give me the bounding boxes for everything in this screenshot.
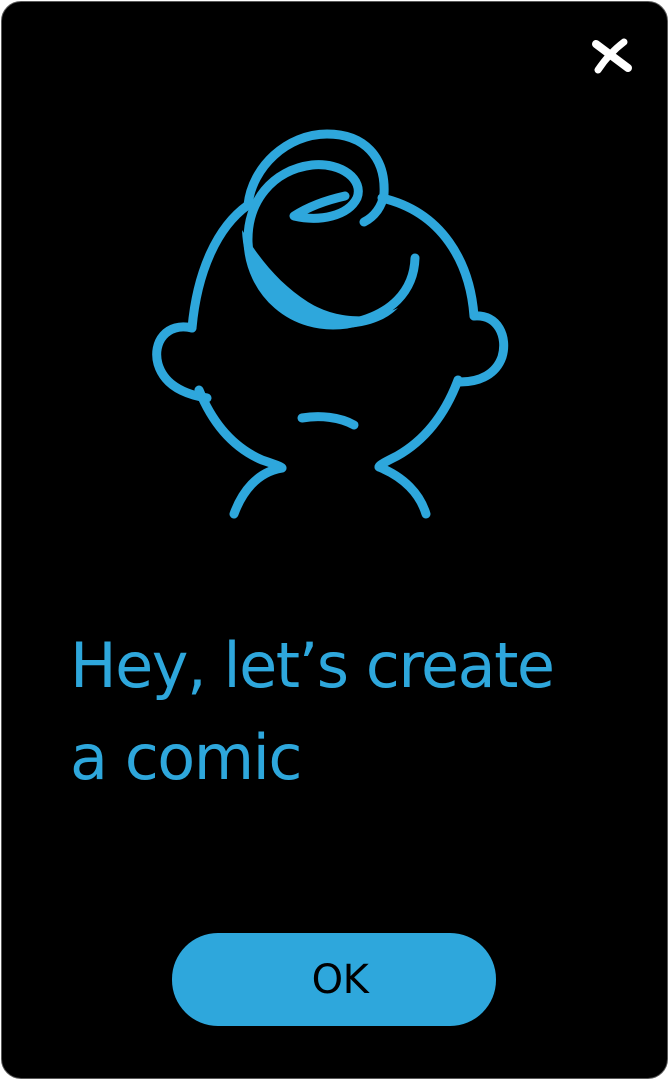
- headline-line-1: Hey, let’s create: [70, 629, 555, 702]
- baby-head-icon: [152, 129, 509, 519]
- headline: Hey, let’s create a comic: [70, 620, 630, 804]
- close-icon: [592, 38, 632, 74]
- welcome-dialog: Hey, let’s create a comic OK: [1, 1, 668, 1079]
- ok-button-label: OK: [311, 956, 369, 1003]
- headline-line-2: a comic: [70, 721, 302, 794]
- close-button[interactable]: [590, 36, 634, 76]
- ok-button[interactable]: OK: [172, 933, 496, 1026]
